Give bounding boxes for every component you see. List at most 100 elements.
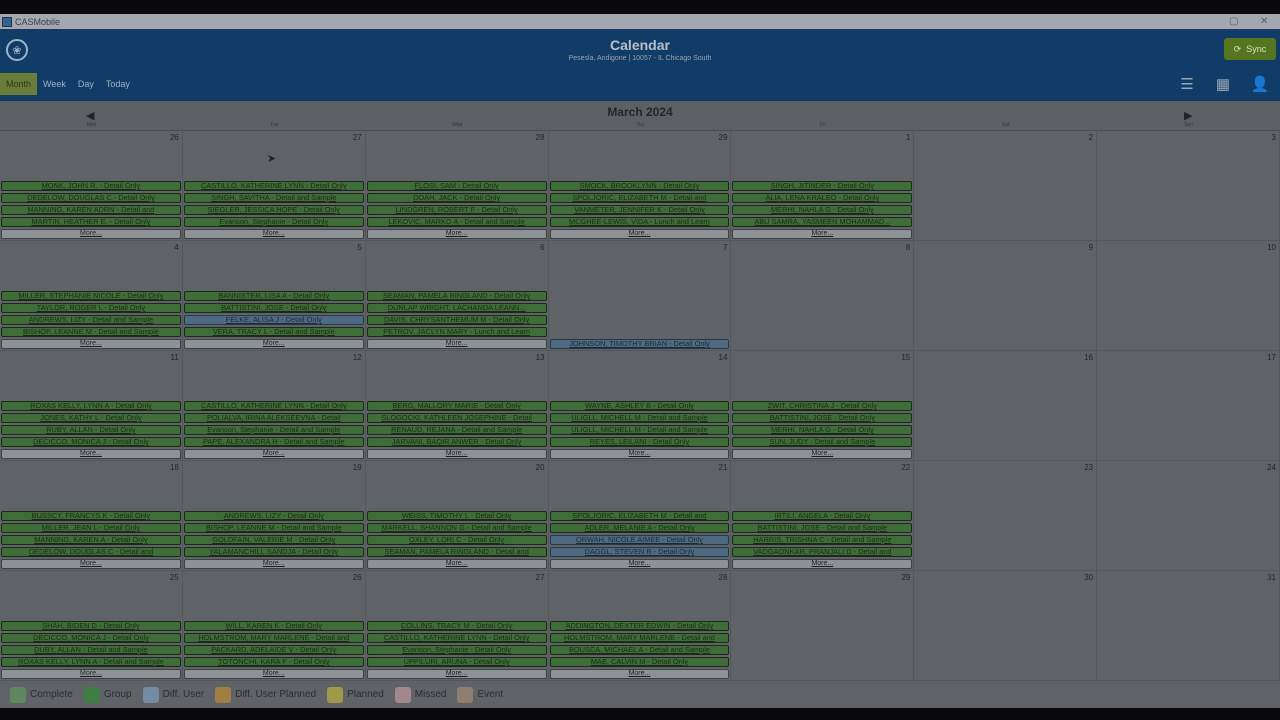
day-number[interactable]: 31 [1267,573,1276,582]
day-cell[interactable]: 16 [914,351,1098,461]
day-number[interactable]: 21 [719,463,728,472]
day-cell[interactable]: 19 ANDREWS, LIZY - Detail Only BISHOP, LEA… [182,461,366,571]
day-number[interactable]: 28 [719,573,728,582]
calendar-event[interactable]: CASTILLO, KATHERINE LYNN - Detail Only [183,401,364,411]
calendar-event[interactable]: ADDINGTON, DEXTER EDWIN - Detail Only [549,621,730,631]
day-cell[interactable]: 20 WEISS, TIMOTHY L - Detail Only MARKELL,… [365,461,549,571]
calendar-event[interactable]: WEISS, TIMOTHY L - Detail Only [366,511,547,521]
calendar-event[interactable]: MANNING, KAREN ADRN - Detail and [1,205,181,215]
day-cell[interactable]: 17 [1097,351,1280,461]
calendar-event[interactable]: DOAH, JACK - Detail Only [366,193,547,203]
day-cell[interactable]: 26 MONK, JOHN R. - Detail Only DEDELOW, DO… [0,131,183,241]
calendar-event[interactable]: DEDELOW, DOUGLAS C - Detail and [1,547,181,557]
day-cell[interactable]: 28 ADDINGTON, DEXTER EDWIN - Detail Only H… [548,571,732,681]
calendar-event[interactable]: DUNLAP WRIGHT, LACHANDA LEANN... [366,303,547,313]
view-today-button[interactable]: Today [100,73,136,95]
calendar-event[interactable]: DAGGL, STEVEN R - Detail Only [549,547,730,557]
more-events-link[interactable]: More... [549,559,730,569]
calendar-event[interactable]: BATTISTINI, JOSE - Detail Only [183,303,364,313]
more-events-link[interactable]: More... [549,229,730,239]
calendar-event[interactable]: ORWAH, NICOLE AIMEE - Detail Only [549,535,730,545]
day-cell[interactable]: 29 [731,571,915,681]
calendar-event[interactable]: SINGH, JITINDER - Detail Only [732,181,913,191]
day-cell[interactable]: 7 JOHNSON, TIMOTHY BRIAN - Detail Only [548,241,732,351]
calendar-event[interactable]: ROXAS KELLY, LYNN A - Detail and Sample [1,657,181,667]
calendar-event[interactable]: HOLMSTROM, MARY MARLENE - Detail and [183,633,364,643]
calendar-event[interactable]: BERG, MALLORY MARIE - Detail Only [366,401,547,411]
calendar-event[interactable]: BATTISTINI, JOSE - Detail and Sample [732,523,913,533]
day-number[interactable]: 13 [536,353,545,362]
calendar-event[interactable]: SLOGOCKI, KATHLEEN JOSEPHINE - Detail [366,413,547,423]
sync-button[interactable]: ⟳ Sync [1224,38,1276,60]
calendar-event[interactable]: ADLER, MELANIE A - Detail Only [549,523,730,533]
calendar-event[interactable]: YALAMANCHILI, SANDJA - Detail Only [183,547,364,557]
day-number[interactable]: 19 [353,463,362,472]
day-number[interactable]: 29 [901,573,910,582]
calendar-event[interactable]: PAPE, ALEXANDRA H - Detail and Sample [183,437,364,447]
calendar-event[interactable]: OXLEY, LORI C - Detail Only [366,535,547,545]
close-icon[interactable]: ✕ [1260,14,1268,29]
calendar-event[interactable]: LINDGREN, ROBERT F - Detail Only [366,205,547,215]
more-events-link[interactable]: More... [183,669,364,679]
day-number[interactable]: 17 [1267,353,1276,362]
more-events-link[interactable]: More... [549,669,730,679]
calendar-event[interactable]: MILLER, JEAN L - Detail Only [1,523,181,533]
more-events-link[interactable]: More... [183,229,364,239]
calendar-event[interactable]: RUBY, ALLAN - Detail Only [1,425,181,435]
day-cell[interactable]: 18 BUSSCY, FRANCYS K - Detail Only MILLER,… [0,461,183,571]
calendar-event[interactable]: Evanson, Stephanie - Detail Only [366,645,547,655]
day-number[interactable]: 27 [536,573,545,582]
list-view-icon[interactable]: ☰ [1176,75,1198,93]
day-cell[interactable]: 8 [731,241,915,351]
calendar-event[interactable]: TAYLOR, ROGER L - Detail Only [1,303,181,313]
day-cell[interactable]: 5 BANNISTER, LISA A - Detail Only BATTISTI… [182,241,366,351]
calendar-event[interactable]: COLLINS, TRACY M - Detail Only [366,621,547,631]
day-cell[interactable]: 31 [1097,571,1280,681]
more-events-link[interactable]: More... [732,229,913,239]
calendar-event[interactable]: CASTILLO, KATHERINE LYNN - Detail Only [183,181,364,191]
day-cell[interactable]: 12 CASTILLO, KATHERINE LYNN - Detail Only… [182,351,366,461]
day-cell[interactable]: 3 [1097,131,1280,241]
day-cell[interactable]: 14 WAYNE, ASHLEY B - Detail Only ULIGLL, M… [548,351,732,461]
day-number[interactable]: 9 [1089,243,1093,252]
day-cell[interactable]: 29 SMOCK, BROOKLYNN - Detail Only SPOLJORI… [548,131,732,241]
calendar-event[interactable]: DEDELOW, DOUGLAS C - Detail Only [1,193,181,203]
next-month-icon[interactable]: ▶ [1184,109,1192,122]
calendar-event[interactable]: DECICCO, MONICA J - Detail Only [1,633,181,643]
day-cell[interactable]: 1 SINGH, JITINDER - Detail Only ALIA, LENA… [731,131,915,241]
day-number[interactable]: 24 [1267,463,1276,472]
calendar-event[interactable]: MARTIN, HEATHER E. - Detail Only [1,217,181,227]
calendar-event[interactable]: HOLMSTROM, MARY MARLENE - Detail and [549,633,730,643]
calendar-event[interactable]: JOHNSON, TIMOTHY BRIAN - Detail Only [549,339,730,349]
calendar-event[interactable]: DECICCO, MONICA J - Detail Only [1,437,181,447]
calendar-event[interactable]: DUBY, ALLAN - Detail and Sample [1,645,181,655]
calendar-event[interactable]: MCGHEE-LEWIS, VIDA - Lunch and Learn [549,217,730,227]
calendar-event[interactable]: BATTISTINI, JOSE - Detail Only [732,413,913,423]
more-events-link[interactable]: More... [1,559,181,569]
day-cell[interactable]: 22 IRTILI, ANGELA - Detail Only BATTISTINI… [731,461,915,571]
day-cell[interactable]: 11 ROXAS KELLY, LYNN A - Detail Only JONES… [0,351,183,461]
day-number[interactable]: 14 [719,353,728,362]
day-number[interactable]: 7 [723,243,727,252]
map-icon[interactable]: ▦ [1212,75,1234,93]
day-number[interactable]: 10 [1267,243,1276,252]
day-cell[interactable]: 24 [1097,461,1280,571]
calendar-event[interactable]: SPOLJORIC, ELIZABETH M - Detail and [549,511,730,521]
calendar-event[interactable]: SEAMAN, PAMELA RINGLAND - Detail Only [366,291,547,301]
calendar-event[interactable]: BISHOP, LEANNE M - Detail and Sample [1,327,181,337]
day-cell[interactable]: 23 [914,461,1098,571]
day-cell[interactable]: 9 [914,241,1098,351]
more-events-link[interactable]: More... [183,559,364,569]
more-events-link[interactable]: More... [1,229,181,239]
day-number[interactable]: 26 [170,133,179,142]
more-events-link[interactable]: More... [366,339,547,349]
view-week-button[interactable]: Week [37,73,72,95]
day-number[interactable]: 5 [357,243,361,252]
calendar-event[interactable]: IRTILI, ANGELA - Detail Only [732,511,913,521]
day-cell[interactable]: 2 [914,131,1098,241]
user-icon[interactable]: 👤 [1249,75,1271,93]
view-month-button[interactable]: Month [0,73,38,95]
day-cell[interactable]: 30 [914,571,1098,681]
calendar-event[interactable]: CASTILLO, KATHERINE LYNN - Detail Only [366,633,547,643]
calendar-event[interactable]: JARVANI, BAQIR ANWER - Detail Only [366,437,547,447]
